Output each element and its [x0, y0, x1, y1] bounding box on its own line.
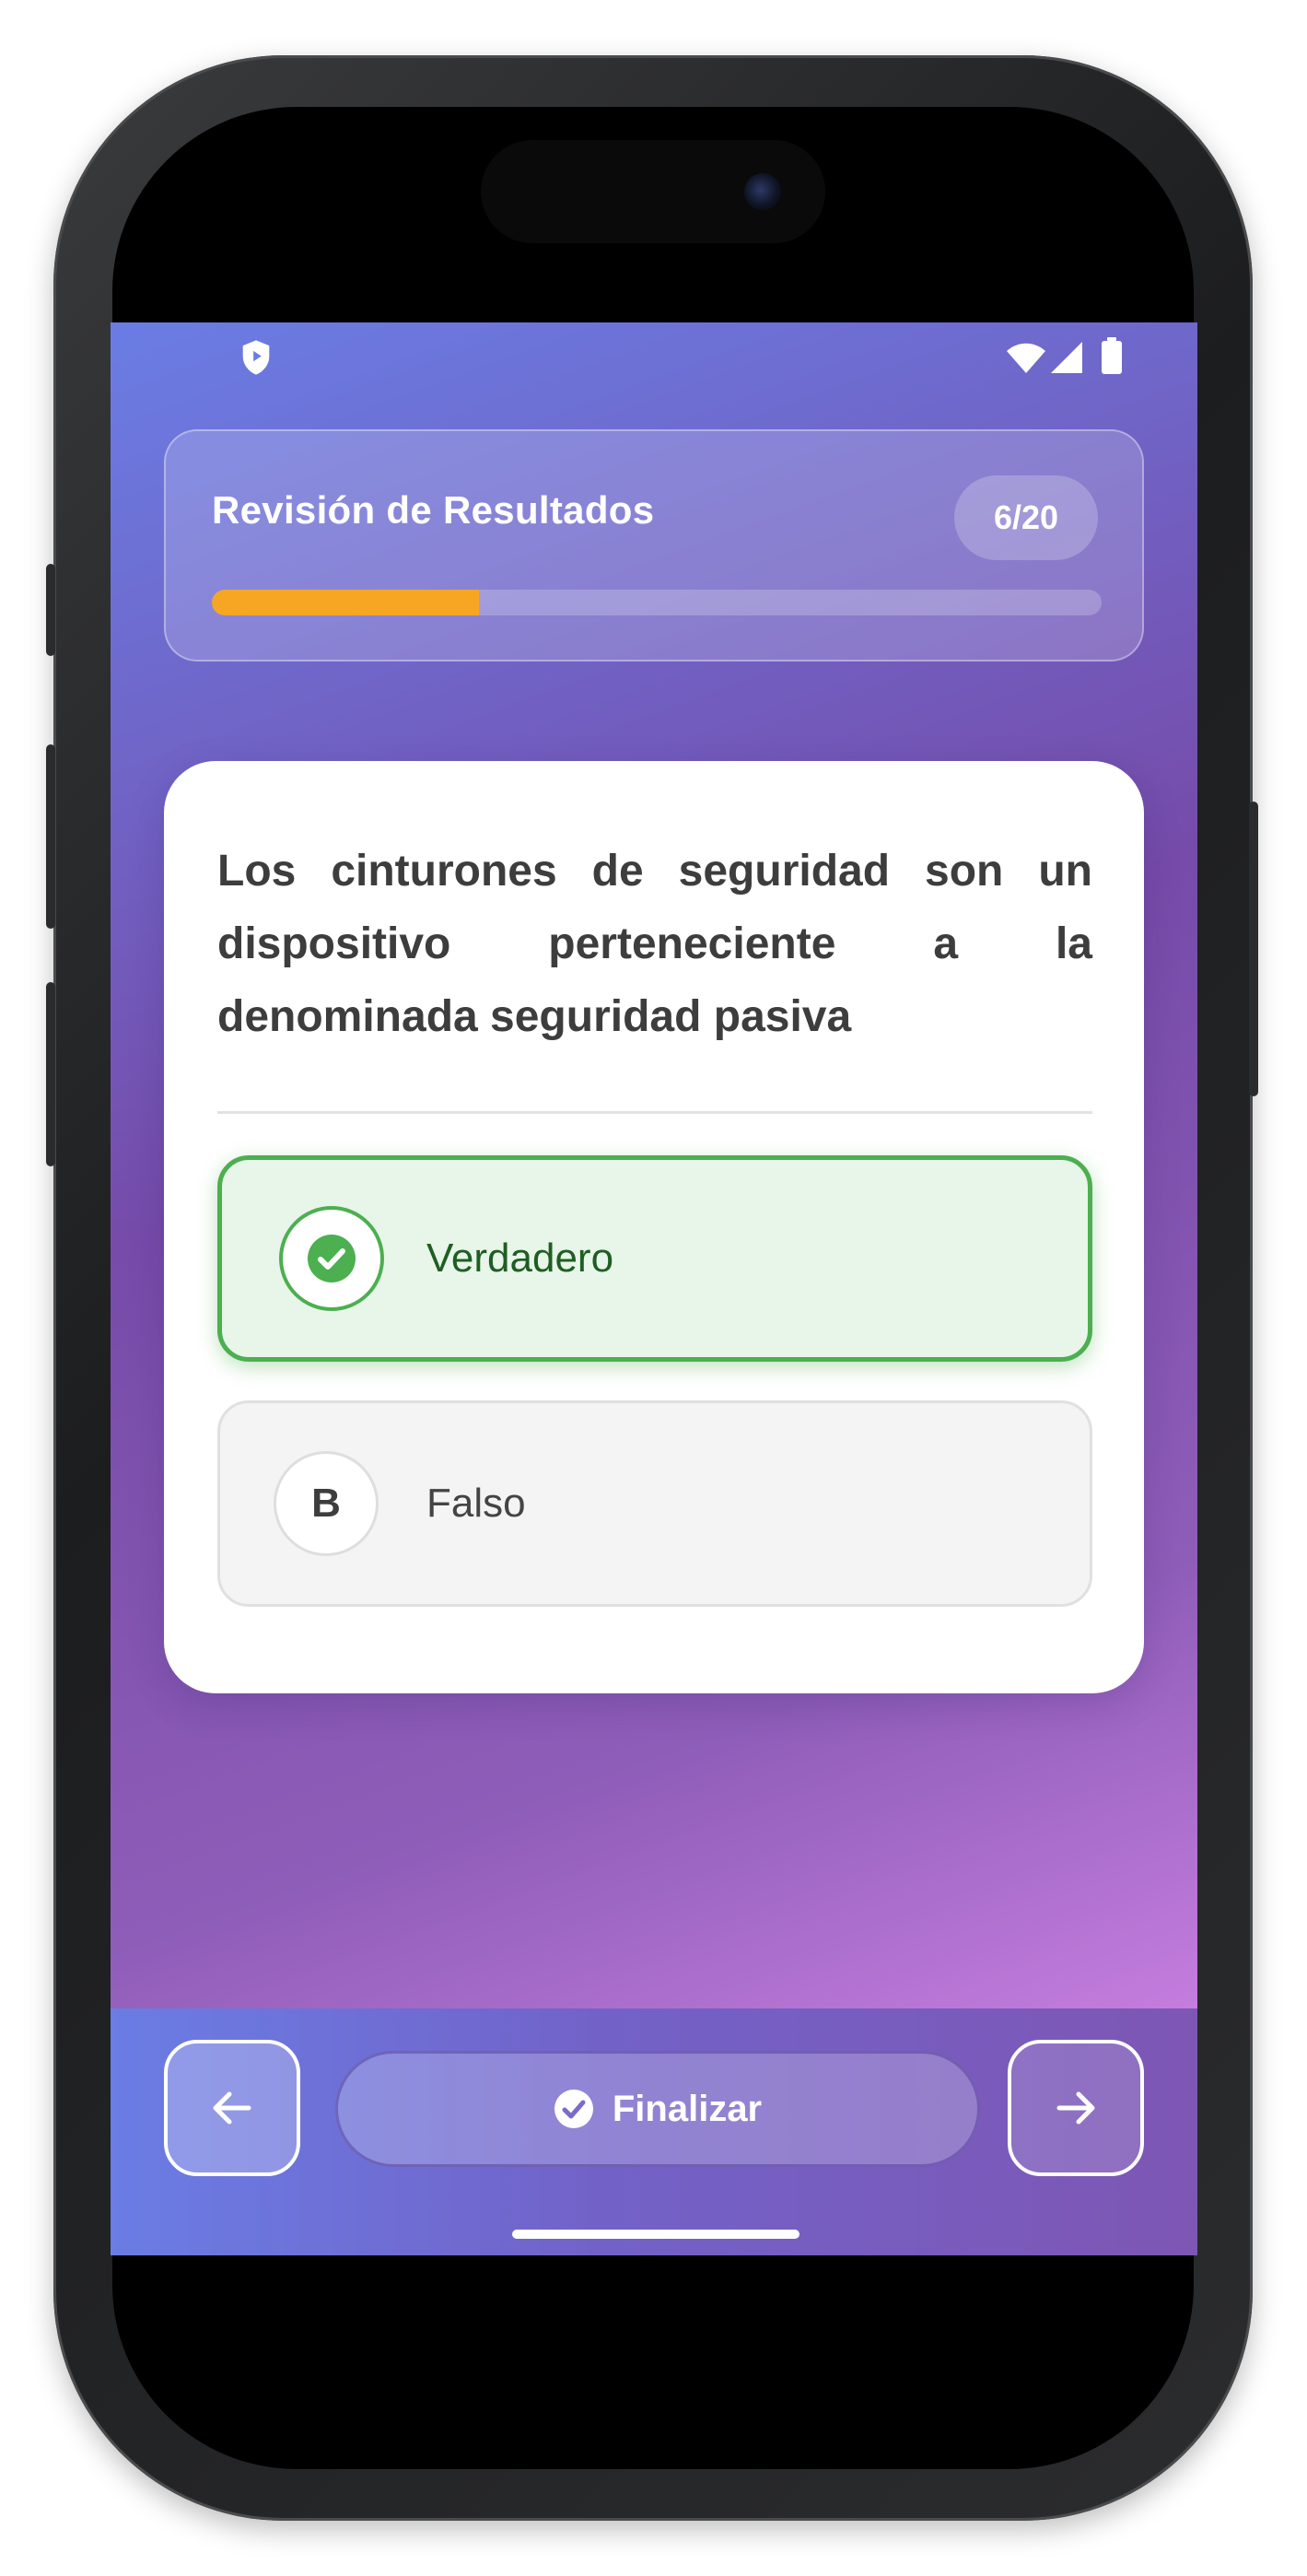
shield-icon [242, 340, 270, 375]
front-camera [744, 173, 781, 210]
page-title: Revisión de Resultados [212, 488, 655, 532]
question-text: Los cinturones de seguridad son un dispo… [217, 847, 1092, 1041]
status-bar [111, 322, 1197, 389]
divider [217, 1111, 1092, 1114]
finish-button[interactable]: Finalizar [335, 2051, 980, 2167]
app-screen: Revisión de Resultados 6/20 Los cinturon… [111, 322, 1197, 2255]
battery-icon [1102, 337, 1122, 374]
volume-up-button [46, 744, 55, 929]
option-label: Verdadero [426, 1235, 614, 1281]
progress-bar-fill [212, 590, 479, 615]
option-false[interactable]: B Falso [217, 1400, 1092, 1607]
volume-down-button [46, 982, 55, 1166]
question-card: Los cinturones de seguridad son un dispo… [164, 761, 1144, 1693]
previous-button[interactable] [164, 2040, 300, 2176]
home-indicator[interactable] [512, 2230, 799, 2239]
option-true[interactable]: Verdadero [217, 1155, 1092, 1362]
action-button [46, 564, 55, 656]
wifi-icon [1007, 343, 1045, 373]
arrow-left-icon [213, 2091, 251, 2125]
power-button [1249, 802, 1258, 1096]
option-letter-badge: B [274, 1451, 379, 1556]
signal-icon [1051, 342, 1082, 373]
progress-bar [212, 590, 1102, 615]
check-circle-icon [308, 1235, 356, 1282]
finish-button-label: Finalizar [612, 2088, 763, 2129]
question-counter-badge: 6/20 [954, 475, 1098, 560]
bottom-navigation: Finalizar [111, 2008, 1197, 2255]
option-label: Falso [426, 1481, 526, 1526]
check-circle-icon [554, 2090, 593, 2128]
arrow-right-icon [1056, 2091, 1095, 2125]
next-button[interactable] [1008, 2040, 1144, 2176]
option-marker-correct [279, 1206, 384, 1311]
results-header: Revisión de Resultados 6/20 [164, 429, 1144, 662]
